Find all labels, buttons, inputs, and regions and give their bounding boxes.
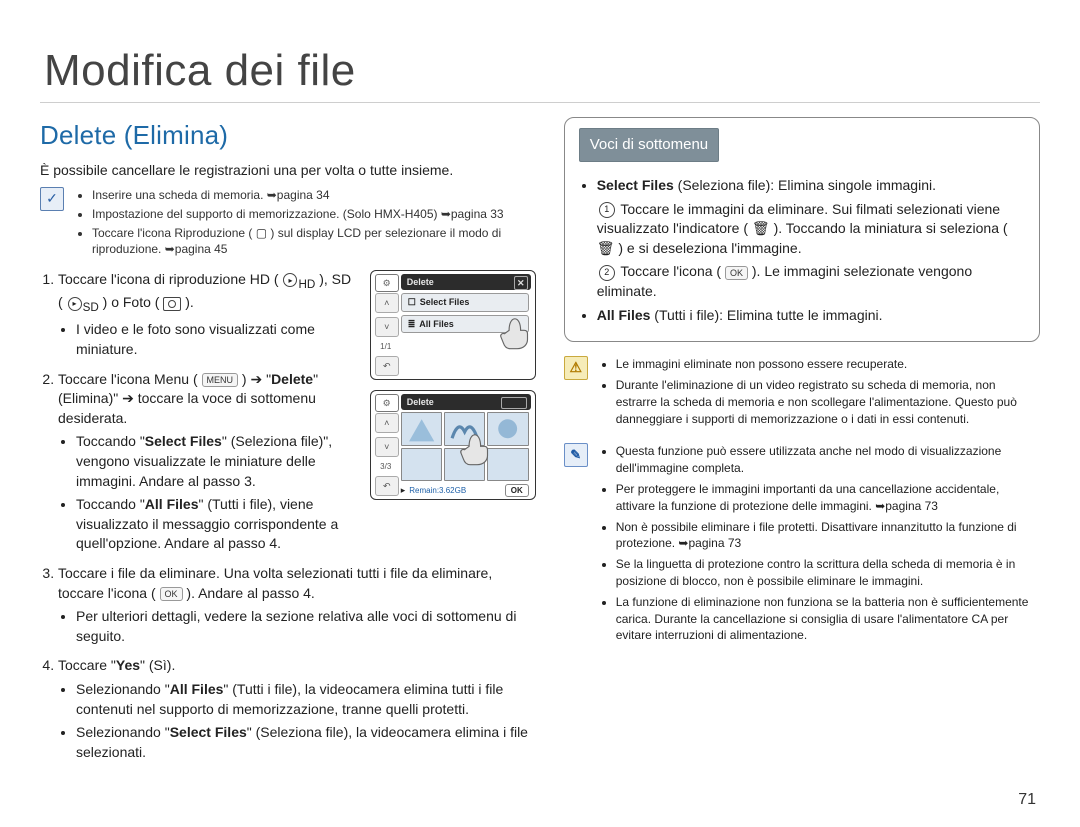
t: Toccare le immagini da eliminare. Sui fi… bbox=[597, 201, 1008, 256]
list-item: Toccando "Select Files" (Seleziona file)… bbox=[76, 432, 356, 491]
arrow-up-icon: ˄ bbox=[375, 293, 399, 313]
section-title-delete: Delete (Elimina) bbox=[40, 117, 536, 153]
t: Selezionando " bbox=[76, 681, 170, 697]
step-2: Toccare l'icona Menu ( MENU ) ➔ "Delete"… bbox=[58, 370, 356, 554]
step2-mid: ) ➔ " bbox=[242, 371, 271, 387]
checklist-icon bbox=[40, 187, 64, 211]
list-item: Questa funzione può essere utilizzata an… bbox=[616, 443, 1040, 477]
submenu-panel: Voci di sottomenu Select Files (Selezion… bbox=[564, 117, 1040, 342]
screen-title-bar: Delete bbox=[401, 394, 531, 410]
list-item: Durante l'eliminazione di un video regis… bbox=[616, 377, 1040, 427]
title-rule bbox=[40, 102, 1040, 103]
page-indicator: 1/1 bbox=[375, 341, 397, 352]
counter: 3/3 bbox=[375, 461, 397, 472]
screen-title: Delete bbox=[407, 396, 434, 409]
list-item: Select Files (Seleziona file): Elimina s… bbox=[597, 176, 1025, 302]
yes-bold: Yes bbox=[116, 657, 140, 673]
screen-title: Delete bbox=[407, 276, 434, 289]
list-item: Toccare l'icona Riproduzione ( ▢ ) sul d… bbox=[92, 225, 536, 259]
circled-one-icon: 1 bbox=[599, 202, 615, 218]
touch-hand-icon bbox=[493, 305, 536, 351]
select-files-bold: Select Files bbox=[597, 177, 674, 193]
screen-title-bar: Delete ✕ bbox=[401, 274, 531, 290]
warning-list: Le immagini eliminate non possono essere… bbox=[598, 356, 1040, 431]
t: (Tutti i file): Elimina tutte le immagin… bbox=[650, 307, 882, 323]
t: Toccando " bbox=[76, 433, 145, 449]
thumbnail bbox=[401, 412, 442, 446]
t: (Seleziona file): Elimina singole immagi… bbox=[674, 177, 936, 193]
lcd-screen-delete-menu: ⚙ Delete ✕ ˄ ˅ 1/1 ↶ ☐ Select Files bbox=[370, 270, 536, 380]
select-files-bold: Select Files bbox=[145, 433, 222, 449]
play-sd-icon bbox=[68, 297, 82, 311]
warning-icon bbox=[564, 356, 588, 380]
page-number: 71 bbox=[1018, 791, 1036, 809]
remaining-label: Remain:3.62GB bbox=[409, 485, 466, 496]
step-4: Toccare "Yes" (Sì). Selezionando "All Fi… bbox=[58, 656, 536, 762]
play-hd-icon bbox=[283, 273, 297, 287]
list-item: I video e le foto sono visualizzati come… bbox=[76, 320, 356, 359]
menu-pill-icon: MENU bbox=[202, 373, 239, 387]
prereq-list: Inserire una scheda di memoria. ➥pagina … bbox=[74, 187, 536, 260]
t: Selezionando " bbox=[76, 724, 170, 740]
step4-lead: Toccare " bbox=[58, 657, 116, 673]
lcd-screen-delete-thumbs: ⚙ Delete ˄ ˅ 3/3 ↶ bbox=[370, 390, 536, 500]
step-3: Toccare i file da eliminare. Una volta s… bbox=[58, 564, 536, 646]
list-item: All Files (Tutti i file): Elimina tutte … bbox=[597, 306, 1025, 326]
t: Toccare l'icona ( bbox=[620, 263, 721, 279]
intro-text: È possibile cancellare le registrazioni … bbox=[40, 161, 536, 181]
select-files-bold: Select Files bbox=[170, 724, 247, 740]
list-item: La funzione di eliminazione non funziona… bbox=[616, 594, 1040, 644]
info-list: Questa funzione può essere utilizzata an… bbox=[598, 443, 1040, 648]
return-icon: ↶ bbox=[375, 476, 399, 496]
thumbnail bbox=[401, 448, 442, 482]
list-item: Selezionando "All Files" (Tutti i file),… bbox=[76, 680, 536, 719]
play-icon: ▸ bbox=[401, 484, 406, 497]
photo-icon bbox=[163, 297, 181, 311]
step1-end: ). bbox=[185, 294, 194, 310]
step4-after: " (Sì). bbox=[140, 657, 175, 673]
gear-icon: ⚙ bbox=[375, 394, 399, 412]
submenu-badge: Voci di sottomenu bbox=[579, 128, 719, 162]
return-icon: ↶ bbox=[375, 356, 399, 376]
note-icon bbox=[564, 443, 588, 467]
ok-pill-icon: OK bbox=[160, 587, 183, 601]
gear-icon: ⚙ bbox=[375, 274, 399, 292]
option-label: Select Files bbox=[420, 296, 470, 309]
all-files-bold: All Files bbox=[597, 307, 651, 323]
list-item: Non è possibile eliminare i file protett… bbox=[616, 519, 1040, 553]
hd-label: HD bbox=[298, 278, 315, 291]
step2-lead: Toccare l'icona Menu ( bbox=[58, 371, 198, 387]
delete-bold: Delete bbox=[271, 371, 313, 387]
arrow-down-icon: ˅ bbox=[375, 437, 399, 457]
arrow-down-icon: ˅ bbox=[375, 317, 399, 337]
all-files-bold: All Files bbox=[145, 496, 199, 512]
list-item: Inserire una scheda di memoria. ➥pagina … bbox=[92, 187, 536, 204]
arrow-up-icon: ˄ bbox=[375, 413, 399, 433]
list-item: Impostazione del supporto di memorizzazi… bbox=[92, 206, 536, 223]
list-item: Le immagini eliminate non possono essere… bbox=[616, 356, 1040, 373]
t: Toccando " bbox=[76, 496, 145, 512]
list-item: Per ulteriori dettagli, vedere la sezion… bbox=[76, 607, 536, 646]
step-1: Toccare l'icona di riproduzione HD ( HD … bbox=[58, 270, 356, 359]
step3-rest: ). Andare al passo 4. bbox=[186, 585, 314, 601]
sd-label: SD bbox=[83, 301, 99, 314]
battery-icon bbox=[501, 397, 527, 409]
list-item: Toccando "All Files" (Tutti i file), vie… bbox=[76, 495, 356, 554]
all-files-bold: All Files bbox=[170, 681, 224, 697]
list-item: Selezionando "Select Files" (Seleziona f… bbox=[76, 723, 536, 762]
circled-two-icon: 2 bbox=[599, 265, 615, 281]
ok-button-icon: OK bbox=[505, 484, 529, 497]
step1-lead: Toccare l'icona di riproduzione HD ( bbox=[58, 271, 279, 287]
list-item: Se la linguetta di protezione contro la … bbox=[616, 556, 1040, 590]
list-item: Per proteggere le immagini importanti da… bbox=[616, 481, 1040, 515]
touch-hand-icon bbox=[453, 421, 499, 467]
page-title: Modifica dei file bbox=[44, 46, 1040, 96]
option-label: All Files bbox=[419, 318, 454, 331]
step1-mid2: ) o Foto ( bbox=[103, 294, 160, 310]
ok-pill-icon: OK bbox=[725, 266, 748, 280]
close-icon: ✕ bbox=[514, 276, 528, 290]
